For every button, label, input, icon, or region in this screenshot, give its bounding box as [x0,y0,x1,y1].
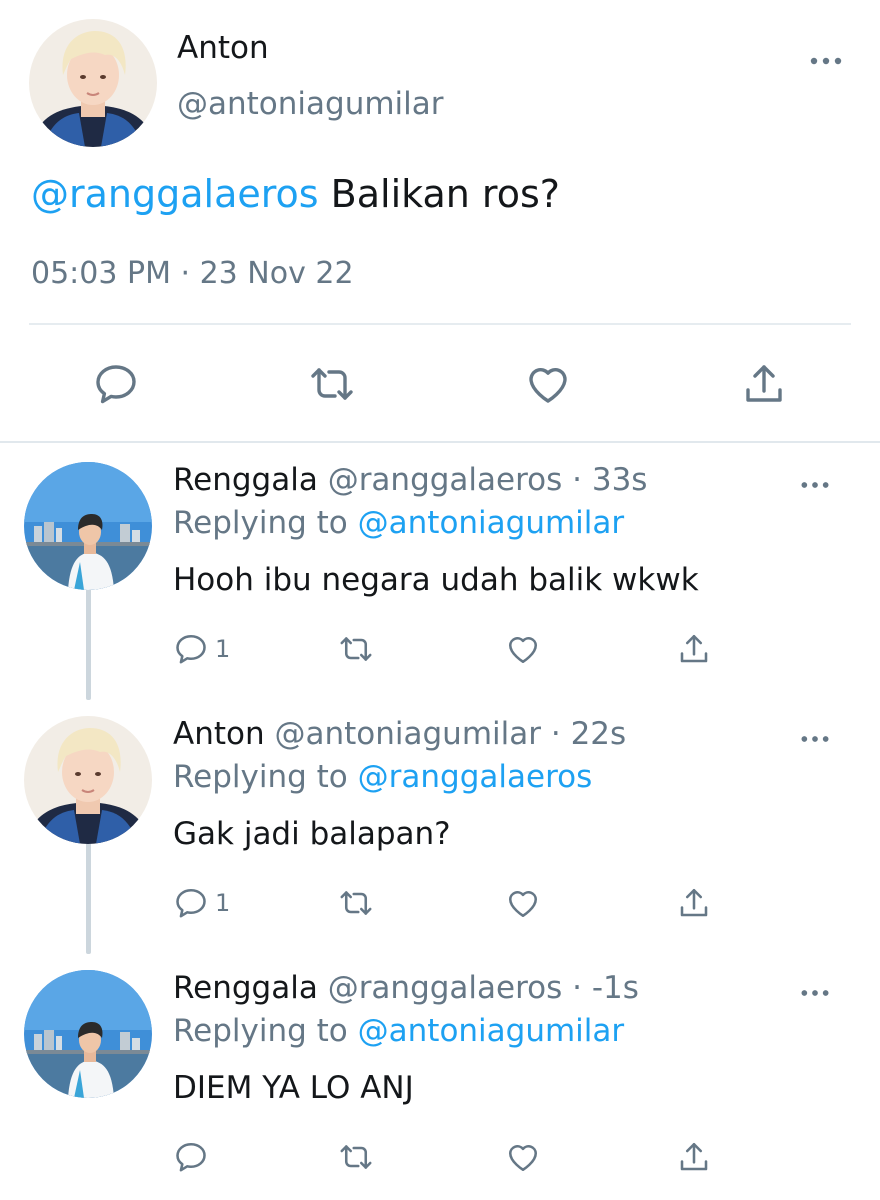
replying-to: Replying to @antoniagumilar [173,1013,624,1049]
more-options-icon[interactable] [808,52,844,70]
author-handle[interactable]: @antoniagumilar [274,716,541,752]
replying-label: Replying to [173,759,348,795]
reply-tweet[interactable]: Renggala @ranggalaeros · 33s Replying to… [0,443,880,697]
reply-icon [173,885,209,921]
avatar[interactable] [24,462,152,590]
like-icon[interactable] [524,360,572,408]
reply-header: Renggala @ranggalaeros · -1s [173,970,639,1006]
retweet-icon[interactable] [308,360,356,408]
reply-tweet[interactable]: Renggala @ranggalaeros · -1s Replying to… [0,951,880,1200]
share-icon[interactable] [676,629,712,669]
author-name[interactable]: Anton [177,30,269,66]
reply-icon[interactable] [92,360,140,408]
share-icon[interactable] [676,1137,712,1177]
tweet-text: @ranggalaeros Balikan ros? [31,172,560,216]
reply-count: 1 [215,889,231,917]
avatar[interactable] [24,716,152,844]
retweet-icon[interactable] [338,1137,374,1177]
more-options-icon[interactable] [798,477,832,493]
replying-handle-link[interactable]: @ranggalaeros [358,759,593,795]
reply-time: · -1s [572,970,639,1006]
replying-handle-link[interactable]: @antoniagumilar [358,505,625,541]
reply-button[interactable]: 1 [173,629,230,669]
author-handle[interactable]: @antoniagumilar [177,86,444,122]
reply-time: · 22s [550,716,627,752]
replying-handle-link[interactable]: @antoniagumilar [358,1013,625,1049]
more-options-icon[interactable] [798,731,832,747]
avatar[interactable] [24,970,152,1098]
like-icon[interactable] [505,629,541,669]
avatar[interactable] [29,19,157,147]
replying-label: Replying to [173,1013,348,1049]
reply-button[interactable]: 1 [173,883,230,923]
reply-icon[interactable] [173,1137,209,1177]
reply-time: · 33s [572,462,648,498]
share-icon[interactable] [740,360,788,408]
more-options-icon[interactable] [798,985,832,1001]
like-icon[interactable] [505,1137,541,1177]
reply-text: DIEM YA LO ANJ [173,1070,414,1106]
tweet-body: Balikan ros? [318,172,560,216]
mention-link[interactable]: @ranggalaeros [31,172,319,216]
share-icon[interactable] [676,883,712,923]
reply-text: Hooh ibu negara udah balik wkwk [173,562,699,598]
reply-header: Anton @antoniagumilar · 22s [173,716,626,752]
reply-header: Renggala @ranggalaeros · 33s [173,462,647,498]
reply-text: Gak jadi balapan? [173,816,451,852]
author-name[interactable]: Renggala [173,462,318,498]
reply-icon [173,631,209,667]
tweet-timestamp[interactable]: 05:03 PM · 23 Nov 22 [31,256,354,291]
reply-tweet[interactable]: Anton @antoniagumilar · 22s Replying to … [0,697,880,951]
author-name[interactable]: Anton [173,716,265,752]
main-tweet: Anton @antoniagumilar @ranggalaeros Bali… [0,0,880,443]
retweet-icon[interactable] [338,629,374,669]
reply-count: 1 [215,635,231,663]
replying-to: Replying to @antoniagumilar [173,505,624,541]
replying-to: Replying to @ranggalaeros [173,759,592,795]
author-name[interactable]: Renggala [173,970,318,1006]
author-handle[interactable]: @ranggalaeros [328,970,563,1006]
replying-label: Replying to [173,505,348,541]
retweet-icon[interactable] [338,883,374,923]
like-icon[interactable] [505,883,541,923]
author-handle[interactable]: @ranggalaeros [328,462,563,498]
divider [29,323,851,325]
